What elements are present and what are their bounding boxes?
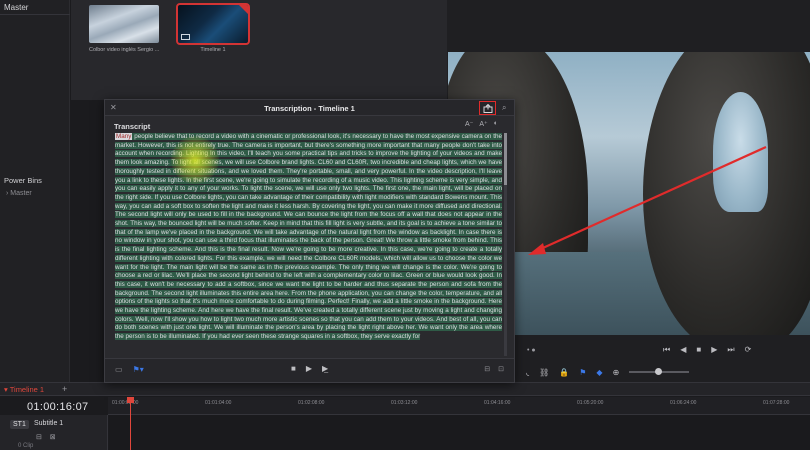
playhead[interactable] <box>127 397 134 450</box>
media-clip[interactable]: Colbor video inglés Sergio ... <box>89 5 159 53</box>
timeline-ruler[interactable]: 01:00:00:00 01:01:04:00 01:02:08:00 01:03:1… <box>108 397 810 415</box>
transcript-scrollbar[interactable] <box>504 133 507 356</box>
bin-sidebar: Master Power Bins › Master <box>0 0 70 382</box>
subtitle-track-lane[interactable] <box>109 415 810 450</box>
ruler-tick: 01:03:12:00 <box>391 400 418 406</box>
reverse-icon[interactable]: ◀ <box>680 345 686 355</box>
power-bins-header[interactable]: Power Bins <box>4 176 42 185</box>
marker-icon[interactable]: ◆ <box>596 368 602 377</box>
snap-icon[interactable]: ◟ <box>526 368 529 377</box>
theme-toggle-icon[interactable]: ◐ <box>494 120 498 128</box>
search-icon[interactable]: ⌕ <box>502 103 506 113</box>
current-word[interactable]: Many <box>115 133 133 140</box>
dialog-title: Transcription - Timeline 1 <box>264 104 355 113</box>
transport-controls: ⏮ ◀ ■ ▶ ⏭ ⟳ <box>663 345 751 355</box>
clip-name: Colbor video inglés Sergio ... <box>89 47 159 53</box>
timeline-thumbnail <box>176 3 250 45</box>
loop-icon[interactable]: ⟳ <box>745 345 752 355</box>
zoom-slider[interactable] <box>629 368 690 375</box>
font-increase-icon[interactable]: A⁺ <box>479 120 487 128</box>
footer-right-tools: ⊟ ⊡ <box>484 365 504 373</box>
clip-name: Timeline 1 <box>200 47 226 53</box>
play-icon[interactable]: ▶ <box>306 364 312 373</box>
export-subtitle-button[interactable] <box>479 101 496 115</box>
ruler-tick: 01:05:20:00 <box>577 400 604 406</box>
flag-icon[interactable]: ⚑ <box>579 368 586 377</box>
power-bins-master[interactable]: › Master <box>6 190 32 197</box>
footer-left-tools: ▭ ⚑▾ <box>115 365 144 374</box>
view-icon[interactable]: ▭ <box>115 365 123 374</box>
zoom-icon[interactable]: ⊕ <box>613 368 620 377</box>
dialog-footer: ▭ ⚑▾ ■ ▶ ▶̲ ⊟ ⊡ <box>105 358 514 382</box>
track-name[interactable]: Subtitle 1 <box>34 420 63 427</box>
track-id[interactable]: ST1 <box>10 420 29 429</box>
font-tools: A⁻ A⁺ ◐ <box>465 120 498 128</box>
timeline-icon <box>181 34 190 40</box>
stop-icon[interactable]: ■ <box>696 345 701 355</box>
export-icon <box>483 103 492 113</box>
timeline-clip[interactable]: Timeline 1 <box>176 3 250 53</box>
ruler-tick: 01:02:08:00 <box>298 400 325 406</box>
ruler-tick: 01:01:04:00 <box>205 400 232 406</box>
timeline-tab-label: Timeline 1 <box>9 385 45 394</box>
ruler-tick: 01:06:24:00 <box>670 400 697 406</box>
timeline-tab[interactable]: ▾ Timeline 1 <box>4 385 44 394</box>
play-icon[interactable]: ▶ <box>711 345 717 355</box>
ruler-tick: 01:07:28:00 <box>763 400 790 406</box>
power-bins-master-label: Master <box>10 190 32 197</box>
timeline-toolbar: ◟ ⛓ 🔒 ⚑ ◆ ⊕ <box>514 362 810 382</box>
first-frame-icon[interactable]: ⏮ <box>663 345 670 355</box>
track-controls[interactable]: ⊟ ⊠ <box>36 433 59 441</box>
timecode-display[interactable]: 01:00:16:07 <box>27 401 88 413</box>
timeline-tabs: ▾ Timeline 1 + <box>0 382 810 396</box>
ruler-tick: 01:04:16:00 <box>484 400 511 406</box>
media-pool: Colbor video inglés Sergio ... Timeline … <box>71 0 447 100</box>
clip-thumbnail <box>89 5 159 43</box>
transcript-text[interactable]: Many people believe that to record a vid… <box>115 133 502 356</box>
bin-master[interactable]: Master <box>4 3 28 12</box>
lock-icon[interactable]: 🔒 <box>559 368 569 377</box>
track-clip-count: 0 Clip <box>18 443 34 449</box>
add-timeline-button[interactable]: + <box>62 384 67 394</box>
font-decrease-icon[interactable]: A⁻ <box>465 120 473 128</box>
transcript-label: Transcript <box>114 122 151 131</box>
transcription-dialog: ✕ Transcription - Timeline 1 ⌕ Transcrip… <box>104 99 515 383</box>
transcript-body: people believe that to record a video wi… <box>115 133 502 341</box>
insert-icon[interactable]: ⊟ <box>484 365 490 373</box>
track-header: ST1 Subtitle 1 ⊟ ⊠ 0 Clip <box>0 415 108 450</box>
flag-filter-icon[interactable]: ⚑▾ <box>133 365 144 374</box>
play-selection-icon[interactable]: ▶̲ <box>322 364 328 373</box>
dialog-titlebar: ✕ Transcription - Timeline 1 <box>105 100 514 116</box>
selected-badge <box>239 5 248 14</box>
ruler-tick: 01:00:00:00 <box>112 400 139 406</box>
footer-playback: ■ ▶ ▶̲ <box>291 364 328 373</box>
sidebar-divider <box>0 14 70 15</box>
link-icon[interactable]: ⛓ <box>539 368 549 377</box>
append-icon[interactable]: ⊡ <box>498 365 504 373</box>
stop-icon[interactable]: ■ <box>291 364 296 373</box>
last-frame-icon[interactable]: ⏭ <box>727 345 734 355</box>
viewer-pager[interactable]: • ● <box>527 347 536 354</box>
